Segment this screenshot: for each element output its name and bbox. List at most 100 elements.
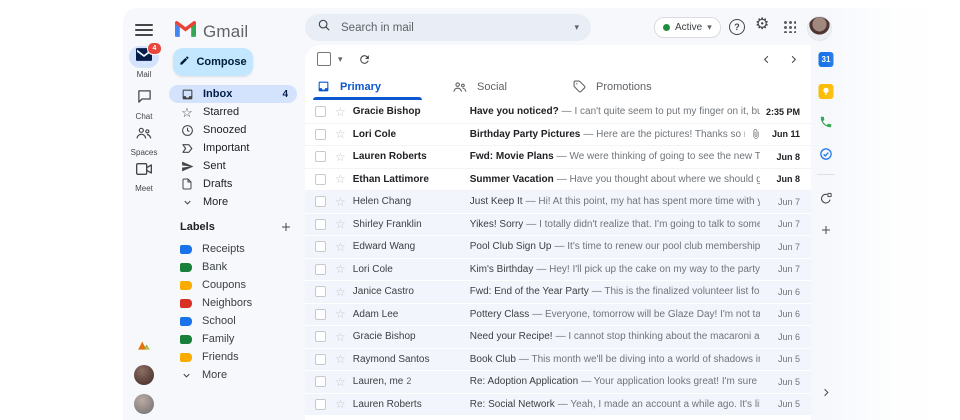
email-row[interactable]: ☆ Adam Lee Pottery Class— Everyone, tomo… bbox=[305, 304, 811, 327]
avatar[interactable] bbox=[134, 365, 154, 385]
tab-social[interactable]: Social bbox=[453, 73, 507, 100]
email-row[interactable]: ☆ Gracie Bishop Need your Recipe!— I can… bbox=[305, 326, 811, 349]
email-row[interactable]: ☆ Lauren Roberts Fwd: Movie Plans— We we… bbox=[305, 146, 811, 169]
status-selector[interactable]: Active ▾ bbox=[654, 17, 721, 38]
star-icon[interactable]: ☆ bbox=[335, 196, 346, 208]
email-sender: Lauren Roberts bbox=[353, 151, 463, 162]
search-input[interactable]: Search in mail bbox=[341, 22, 564, 34]
sidebar-label-bank[interactable]: Bank bbox=[169, 258, 297, 276]
row-checkbox[interactable] bbox=[315, 219, 326, 230]
draft-icon bbox=[180, 178, 194, 190]
keep-icon[interactable] bbox=[819, 84, 834, 99]
help-button[interactable]: ? bbox=[729, 19, 745, 35]
inbox-count: 4 bbox=[282, 89, 288, 100]
email-row[interactable]: ☆ Lauren, me2 Re: Adoption Application— … bbox=[305, 371, 811, 394]
star-icon[interactable]: ☆ bbox=[335, 241, 346, 253]
sidebar-item-inbox[interactable]: Inbox 4 bbox=[169, 85, 297, 103]
add-label-button[interactable] bbox=[280, 221, 292, 233]
row-checkbox[interactable] bbox=[315, 129, 326, 140]
email-date: Jun 11 bbox=[766, 129, 800, 139]
search-bar[interactable]: Search in mail ▾ bbox=[305, 14, 591, 41]
rail-item-mail[interactable]: 4 Mail bbox=[123, 46, 165, 79]
chevron-down-icon bbox=[180, 370, 192, 381]
email-date: Jun 6 bbox=[766, 287, 800, 297]
tab-primary[interactable]: Primary bbox=[317, 73, 381, 100]
star-icon[interactable]: ☆ bbox=[335, 151, 346, 163]
compose-button[interactable]: Compose bbox=[173, 48, 253, 76]
email-row[interactable]: ☆ Lauren Roberts Re: Social Network— Yea… bbox=[305, 394, 811, 417]
select-all-checkbox[interactable] bbox=[317, 52, 331, 66]
row-checkbox[interactable] bbox=[315, 196, 326, 207]
row-checkbox[interactable] bbox=[315, 151, 326, 162]
sidebar-label-receipts[interactable]: Receipts bbox=[169, 240, 297, 258]
email-sender: Lauren Roberts bbox=[353, 399, 463, 410]
sidebar-item-starred[interactable]: ☆ Starred bbox=[169, 103, 297, 121]
email-row[interactable]: ☆ Janice Castro Fwd: End of the Year Par… bbox=[305, 281, 811, 304]
sidebar-label-family[interactable]: Family bbox=[169, 330, 297, 348]
sidebar-label-school[interactable]: School bbox=[169, 312, 297, 330]
sidebar-label-neighbors[interactable]: Neighbors bbox=[169, 294, 297, 312]
row-checkbox[interactable] bbox=[315, 264, 326, 275]
refresh-icon[interactable] bbox=[358, 53, 371, 66]
star-icon[interactable]: ☆ bbox=[335, 173, 346, 185]
star-icon[interactable]: ☆ bbox=[335, 106, 346, 118]
star-icon[interactable]: ☆ bbox=[335, 398, 346, 410]
star-icon[interactable]: ☆ bbox=[335, 128, 346, 140]
email-row[interactable]: ☆ Raymond Santos Book Club— This month w… bbox=[305, 349, 811, 372]
voice-icon[interactable] bbox=[819, 115, 833, 129]
row-checkbox[interactable] bbox=[315, 309, 326, 320]
star-icon[interactable]: ☆ bbox=[335, 353, 346, 365]
rail-item-spaces[interactable]: Spaces bbox=[123, 124, 165, 157]
settings-button[interactable]: ⚙ bbox=[755, 17, 769, 33]
email-row[interactable]: ☆ Gracie Bishop Have you noticed?— I can… bbox=[305, 101, 811, 124]
apps-button[interactable] bbox=[783, 20, 796, 33]
sidebar-item-sent[interactable]: Sent bbox=[169, 157, 297, 175]
email-row[interactable]: ☆ Helen Chang Just Keep It— Hi! At this … bbox=[305, 191, 811, 214]
row-checkbox[interactable] bbox=[315, 174, 326, 185]
search-options-icon[interactable]: ▾ bbox=[574, 22, 579, 33]
row-checkbox[interactable] bbox=[315, 286, 326, 297]
tab-promotions[interactable]: Promotions bbox=[573, 73, 652, 100]
addon-icon[interactable] bbox=[820, 192, 833, 205]
avatar[interactable] bbox=[134, 394, 154, 414]
spaces-icon bbox=[136, 126, 152, 145]
email-row[interactable]: ☆ Lori Cole Kim's Birthday— Hey! I'll pi… bbox=[305, 259, 811, 282]
apps-grid-icon bbox=[783, 20, 796, 33]
row-checkbox[interactable] bbox=[315, 399, 326, 410]
tasks-icon[interactable] bbox=[819, 147, 833, 161]
star-icon[interactable]: ☆ bbox=[335, 286, 346, 298]
sidebar-label-friends[interactable]: Friends bbox=[169, 348, 297, 366]
chat-icon bbox=[137, 89, 152, 109]
email-subject-snippet: Birthday Party Pictures— Here are the pi… bbox=[470, 129, 745, 140]
expand-panel-icon[interactable] bbox=[821, 387, 832, 398]
star-icon[interactable]: ☆ bbox=[335, 218, 346, 230]
row-checkbox[interactable] bbox=[315, 331, 326, 342]
row-checkbox[interactable] bbox=[315, 241, 326, 252]
star-icon[interactable]: ☆ bbox=[335, 331, 346, 343]
row-checkbox[interactable] bbox=[315, 354, 326, 365]
sidebar-item-more[interactable]: More bbox=[169, 193, 297, 211]
sidebar-item-drafts[interactable]: Drafts bbox=[169, 175, 297, 193]
email-row[interactable]: ☆ Edward Wang Pool Club Sign Up— It's ti… bbox=[305, 236, 811, 259]
rail-item-chat[interactable]: Chat bbox=[123, 88, 165, 121]
row-checkbox[interactable] bbox=[315, 106, 326, 117]
older-page-icon[interactable] bbox=[788, 54, 799, 65]
sidebar-label-coupons[interactable]: Coupons bbox=[169, 276, 297, 294]
email-date: Jun 5 bbox=[766, 377, 800, 387]
sidebar-item-snoozed[interactable]: Snoozed bbox=[169, 121, 297, 139]
star-icon[interactable]: ☆ bbox=[335, 263, 346, 275]
main-menu-icon[interactable] bbox=[135, 24, 153, 36]
row-checkbox[interactable] bbox=[315, 376, 326, 387]
get-addons-button[interactable] bbox=[820, 224, 832, 236]
sidebar-item-important[interactable]: Important bbox=[169, 139, 297, 157]
select-dropdown-icon[interactable]: ▾ bbox=[338, 54, 343, 65]
email-row[interactable]: ☆ Lori Cole Birthday Party Pictures— Her… bbox=[305, 124, 811, 147]
star-icon[interactable]: ☆ bbox=[335, 308, 346, 320]
star-icon[interactable]: ☆ bbox=[335, 376, 346, 388]
newer-page-icon[interactable] bbox=[761, 54, 772, 65]
rail-item-meet[interactable]: Meet bbox=[123, 160, 165, 193]
email-row[interactable]: ☆ Ethan Lattimore Summer Vacation— Have … bbox=[305, 169, 811, 192]
sidebar-labels-more[interactable]: More bbox=[169, 366, 297, 384]
email-row[interactable]: ☆ Shirley Franklin Yikes! Sorry— I total… bbox=[305, 214, 811, 237]
calendar-icon[interactable]: 31 bbox=[819, 52, 834, 67]
